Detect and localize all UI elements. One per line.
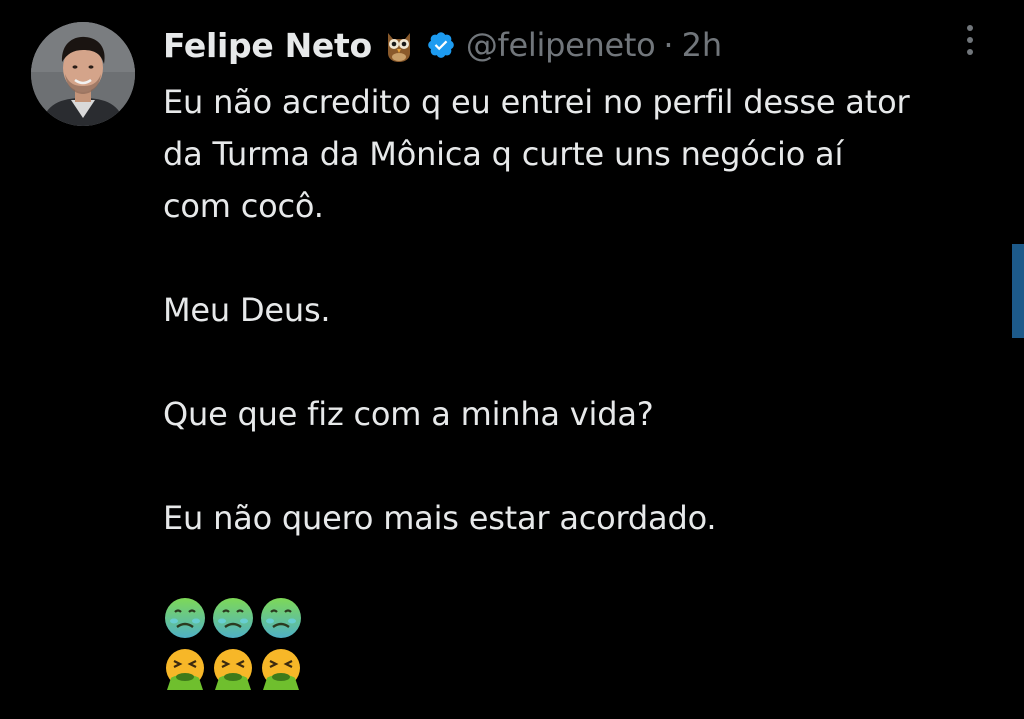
tweet-line: com cocô.: [163, 187, 324, 225]
vomiting-face-icon: [259, 648, 303, 692]
tweet-line: Eu não quero mais estar acordado.: [163, 499, 717, 537]
emoji-row: [163, 648, 303, 692]
owl-icon: [384, 27, 414, 63]
tweet-text: Eu não acredito q eu entrei no perfil de…: [163, 76, 1003, 544]
tweet-header: Felipe Neto @felipeneto · 2h: [163, 22, 722, 68]
separator-dot: ·: [663, 26, 674, 64]
tweet-card[interactable]: Felipe Neto @felipeneto · 2h Eu não acre…: [0, 0, 1024, 719]
vomiting-face-icon: [211, 648, 255, 692]
tweet-line: Meu Deus.: [163, 291, 331, 329]
nauseated-face-icon: [163, 596, 207, 640]
avatar[interactable]: [31, 22, 135, 126]
nauseated-face-icon: [211, 596, 255, 640]
verified-badge-icon: [426, 30, 456, 60]
vomiting-face-icon: [163, 648, 207, 692]
nauseated-face-icon: [259, 596, 303, 640]
tweet-line: Eu não acredito q eu entrei no perfil de…: [163, 83, 910, 121]
tweet-timestamp[interactable]: 2h: [682, 26, 723, 64]
author-name[interactable]: Felipe Neto: [163, 26, 372, 65]
more-options-icon[interactable]: [960, 20, 980, 60]
tweet-line: da Turma da Mônica q curte uns negócio a…: [163, 135, 844, 173]
tweet-line: Que que fiz com a minha vida?: [163, 395, 654, 433]
emoji-row: [163, 596, 303, 640]
scroll-indicator[interactable]: [1012, 244, 1024, 338]
avatar-image: [31, 22, 135, 126]
author-handle[interactable]: @felipeneto: [466, 26, 656, 64]
